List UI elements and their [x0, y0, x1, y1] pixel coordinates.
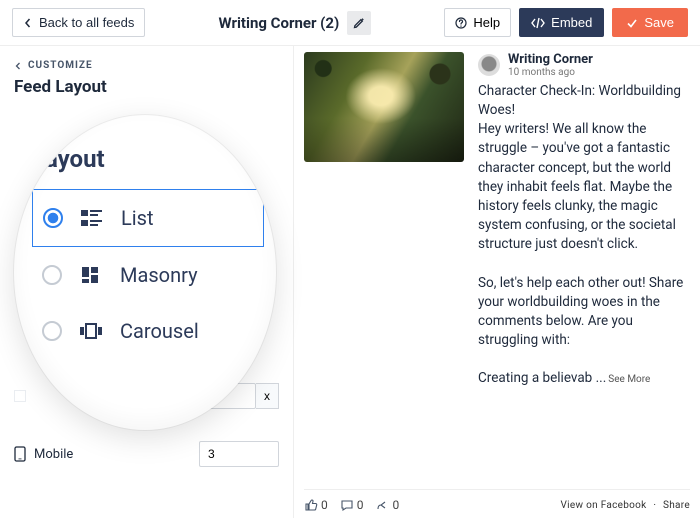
layout-option-label: List — [121, 206, 154, 230]
separator: · — [653, 500, 656, 511]
topbar-actions: Help Embed Save — [444, 8, 688, 37]
comment-count: 0 — [357, 498, 364, 512]
title-wrap: Writing Corner (2) — [153, 11, 436, 35]
tablet-icon — [14, 390, 26, 402]
feed-preview: Writing Corner 10 months ago Character C… — [294, 46, 700, 518]
post: Writing Corner 10 months ago Character C… — [304, 52, 690, 389]
customize-back-link[interactable]: CUSTOMIZE — [14, 60, 279, 71]
edit-title-button[interactable] — [347, 11, 371, 35]
post-text-3: Creating a believab ... — [478, 370, 606, 386]
radio-unselected-icon — [42, 321, 62, 341]
share-button[interactable]: 0 — [376, 498, 400, 512]
thumbs-up-icon — [304, 498, 318, 512]
radio-selected-icon — [43, 208, 63, 228]
save-label: Save — [644, 15, 674, 30]
embed-button[interactable]: Embed — [519, 8, 604, 37]
list-layout-icon — [81, 209, 103, 227]
pencil-icon — [353, 17, 365, 29]
post-text-2: So, let's help each other out! Share you… — [478, 275, 683, 348]
avatar — [478, 54, 500, 76]
layout-option-masonry[interactable]: Masonry — [32, 247, 264, 303]
post-meta: Writing Corner 10 months ago — [478, 52, 690, 78]
see-more-link[interactable]: See More — [608, 374, 650, 385]
post-links: View on Facebook · Share — [561, 500, 691, 511]
feed-title: Writing Corner (2) — [218, 14, 339, 32]
comment-icon — [340, 498, 354, 512]
like-count: 0 — [321, 498, 328, 512]
share-icon — [376, 498, 390, 512]
back-to-feeds-button[interactable]: Back to all feeds — [12, 8, 145, 37]
like-button[interactable]: 0 — [304, 498, 328, 512]
section-heading: Feed Layout — [14, 77, 279, 97]
layout-option-carousel[interactable]: Carousel — [32, 303, 264, 359]
post-body: Character Check-In: Worldbuilding Woes! … — [478, 82, 690, 389]
post-timestamp: 10 months ago — [508, 67, 593, 78]
comment-button[interactable]: 0 — [340, 498, 364, 512]
radio-unselected-icon — [42, 265, 62, 285]
mobile-icon — [14, 446, 26, 462]
post-footer: 0 0 0 View on Facebook · Share — [304, 489, 690, 518]
chevron-left-icon — [23, 18, 33, 28]
mobile-label: Mobile — [34, 447, 73, 462]
post-image[interactable] — [304, 52, 464, 162]
layout-option-label: Masonry — [120, 263, 198, 287]
share-count: 0 — [393, 498, 400, 512]
view-on-facebook-link[interactable]: View on Facebook — [561, 500, 647, 511]
mobile-columns-input[interactable] — [199, 441, 279, 467]
code-icon — [531, 17, 545, 29]
magnifier-lens: Layout List Masonry Carousel — [14, 115, 276, 430]
row-mobile: Mobile — [14, 435, 279, 473]
check-icon — [626, 17, 638, 29]
chevron-left-icon — [14, 62, 22, 70]
back-label: Back to all feeds — [39, 15, 134, 30]
share-link[interactable]: Share — [663, 500, 690, 511]
masonry-layout-icon — [80, 266, 102, 284]
customize-label: CUSTOMIZE — [28, 60, 93, 71]
help-button[interactable]: Help — [444, 8, 511, 37]
post-author: Writing Corner — [508, 52, 593, 67]
help-label: Help — [473, 15, 500, 30]
engagement: 0 0 0 — [304, 498, 399, 512]
clear-button[interactable]: x — [256, 383, 279, 409]
layout-option-list[interactable]: List — [32, 189, 264, 247]
carousel-layout-icon — [80, 322, 102, 340]
layout-option-label: Carousel — [120, 319, 199, 343]
help-icon — [455, 17, 467, 29]
top-bar: Back to all feeds Writing Corner (2) Hel… — [0, 0, 700, 46]
save-button[interactable]: Save — [612, 8, 688, 37]
embed-label: Embed — [551, 15, 592, 30]
post-text-1: Character Check-In: Worldbuilding Woes! … — [478, 83, 681, 252]
